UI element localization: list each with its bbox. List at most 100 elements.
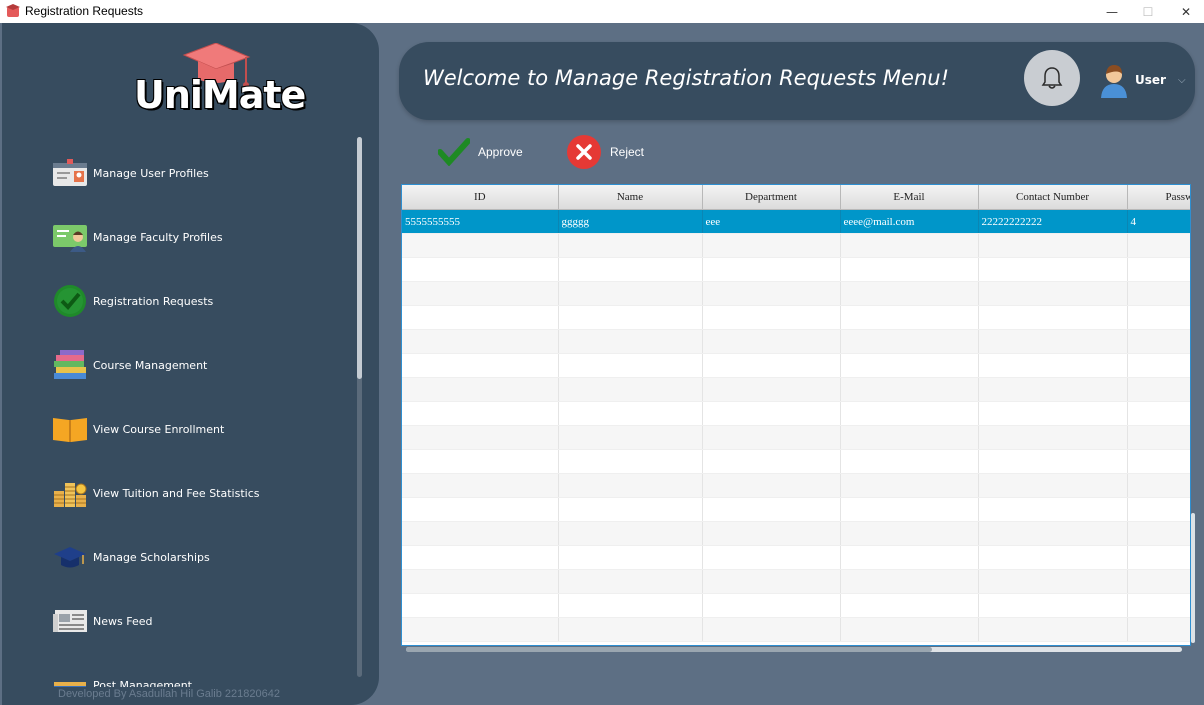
table-cell[interactable]: [978, 521, 1128, 546]
table-cell[interactable]: [840, 545, 979, 570]
registration-requests-table[interactable]: ID Name Department E-Mail Contact Number…: [401, 184, 1191, 646]
table-cell[interactable]: [978, 281, 1128, 306]
table-cell[interactable]: [558, 233, 703, 258]
table-cell[interactable]: [1127, 353, 1190, 378]
table-row[interactable]: 5555555555 ggggg eee eeee@mail.com 222222222…: [402, 209, 1190, 234]
table-row[interactable]: [402, 521, 1190, 546]
table-row[interactable]: [402, 305, 1190, 330]
table-row[interactable]: [402, 617, 1190, 642]
table-cell[interactable]: [1127, 473, 1190, 498]
sidebar-item-post-management[interactable]: Post Management: [52, 667, 302, 687]
table-cell[interactable]: [558, 257, 703, 282]
table-cell[interactable]: [702, 401, 841, 426]
column-header-department[interactable]: Department: [702, 185, 841, 210]
table-cell[interactable]: [402, 257, 559, 282]
table-cell[interactable]: [558, 545, 703, 570]
table-cell[interactable]: [558, 377, 703, 402]
table-cell[interactable]: [978, 449, 1128, 474]
table-row[interactable]: [402, 569, 1190, 594]
table-horizontal-scrollbar-thumb[interactable]: [406, 647, 932, 652]
table-cell[interactable]: [558, 593, 703, 618]
table-cell[interactable]: [840, 449, 979, 474]
table-cell[interactable]: [402, 473, 559, 498]
table-cell[interactable]: eee: [702, 209, 841, 234]
table-cell[interactable]: [840, 329, 979, 354]
table-cell[interactable]: [702, 545, 841, 570]
table-row[interactable]: [402, 449, 1190, 474]
table-cell[interactable]: [978, 305, 1128, 330]
table-cell[interactable]: [1127, 377, 1190, 402]
table-cell[interactable]: [558, 449, 703, 474]
table-cell[interactable]: [702, 257, 841, 282]
table-cell[interactable]: [402, 521, 559, 546]
maximize-button[interactable]: ☐: [1128, 0, 1168, 23]
table-cell[interactable]: [702, 425, 841, 450]
table-row[interactable]: [402, 377, 1190, 402]
table-cell[interactable]: [1127, 257, 1190, 282]
table-cell[interactable]: [978, 617, 1128, 642]
column-header-id[interactable]: ID: [402, 185, 559, 210]
table-cell[interactable]: [1127, 305, 1190, 330]
table-cell[interactable]: [978, 425, 1128, 450]
table-cell[interactable]: [978, 473, 1128, 498]
table-cell[interactable]: [840, 569, 979, 594]
table-cell[interactable]: 5555555555: [402, 209, 559, 234]
table-cell[interactable]: [702, 329, 841, 354]
table-row[interactable]: [402, 425, 1190, 450]
table-cell[interactable]: ggggg: [558, 209, 703, 234]
column-header-password[interactable]: Passw: [1127, 185, 1190, 210]
table-row[interactable]: [402, 401, 1190, 426]
table-cell[interactable]: [702, 305, 841, 330]
minimize-button[interactable]: —: [1092, 0, 1132, 23]
table-row[interactable]: [402, 545, 1190, 570]
table-cell[interactable]: [1127, 281, 1190, 306]
table-cell[interactable]: [702, 377, 841, 402]
table-cell[interactable]: [1127, 233, 1190, 258]
table-cell[interactable]: [978, 593, 1128, 618]
table-cell[interactable]: [402, 377, 559, 402]
table-row[interactable]: [402, 329, 1190, 354]
column-header-email[interactable]: E-Mail: [840, 185, 979, 210]
table-cell[interactable]: [702, 473, 841, 498]
table-cell[interactable]: [840, 281, 979, 306]
table-cell[interactable]: [402, 617, 559, 642]
table-cell[interactable]: [978, 329, 1128, 354]
table-cell[interactable]: [840, 353, 979, 378]
table-cell[interactable]: [558, 569, 703, 594]
table-cell[interactable]: [702, 497, 841, 522]
table-row[interactable]: [402, 473, 1190, 498]
table-cell[interactable]: [840, 233, 979, 258]
table-cell[interactable]: [558, 401, 703, 426]
table-cell[interactable]: [1127, 569, 1190, 594]
table-vertical-scrollbar-thumb[interactable]: [1191, 513, 1195, 643]
column-header-contact-number[interactable]: Contact Number: [978, 185, 1128, 210]
table-cell[interactable]: [558, 617, 703, 642]
table-cell[interactable]: [840, 425, 979, 450]
table-cell[interactable]: [558, 473, 703, 498]
table-cell[interactable]: [402, 545, 559, 570]
table-cell[interactable]: [558, 425, 703, 450]
table-cell[interactable]: [840, 401, 979, 426]
table-row[interactable]: [402, 497, 1190, 522]
table-cell[interactable]: [558, 497, 703, 522]
table-cell[interactable]: 22222222222: [978, 209, 1128, 234]
table-cell[interactable]: [1127, 497, 1190, 522]
table-cell[interactable]: [840, 617, 979, 642]
approve-button[interactable]: Approve: [438, 134, 523, 170]
table-cell[interactable]: [1127, 545, 1190, 570]
table-row[interactable]: [402, 257, 1190, 282]
table-row[interactable]: [402, 353, 1190, 378]
table-cell[interactable]: [402, 329, 559, 354]
table-row[interactable]: [402, 281, 1190, 306]
table-cell[interactable]: [840, 257, 979, 282]
table-cell[interactable]: [978, 257, 1128, 282]
table-cell[interactable]: 4: [1127, 209, 1190, 234]
table-cell[interactable]: [978, 377, 1128, 402]
table-cell[interactable]: [978, 401, 1128, 426]
column-header-name[interactable]: Name: [558, 185, 703, 210]
table-cell[interactable]: [402, 353, 559, 378]
table-cell[interactable]: [840, 473, 979, 498]
table-cell[interactable]: [1127, 617, 1190, 642]
table-cell[interactable]: [1127, 449, 1190, 474]
table-cell[interactable]: [840, 521, 979, 546]
